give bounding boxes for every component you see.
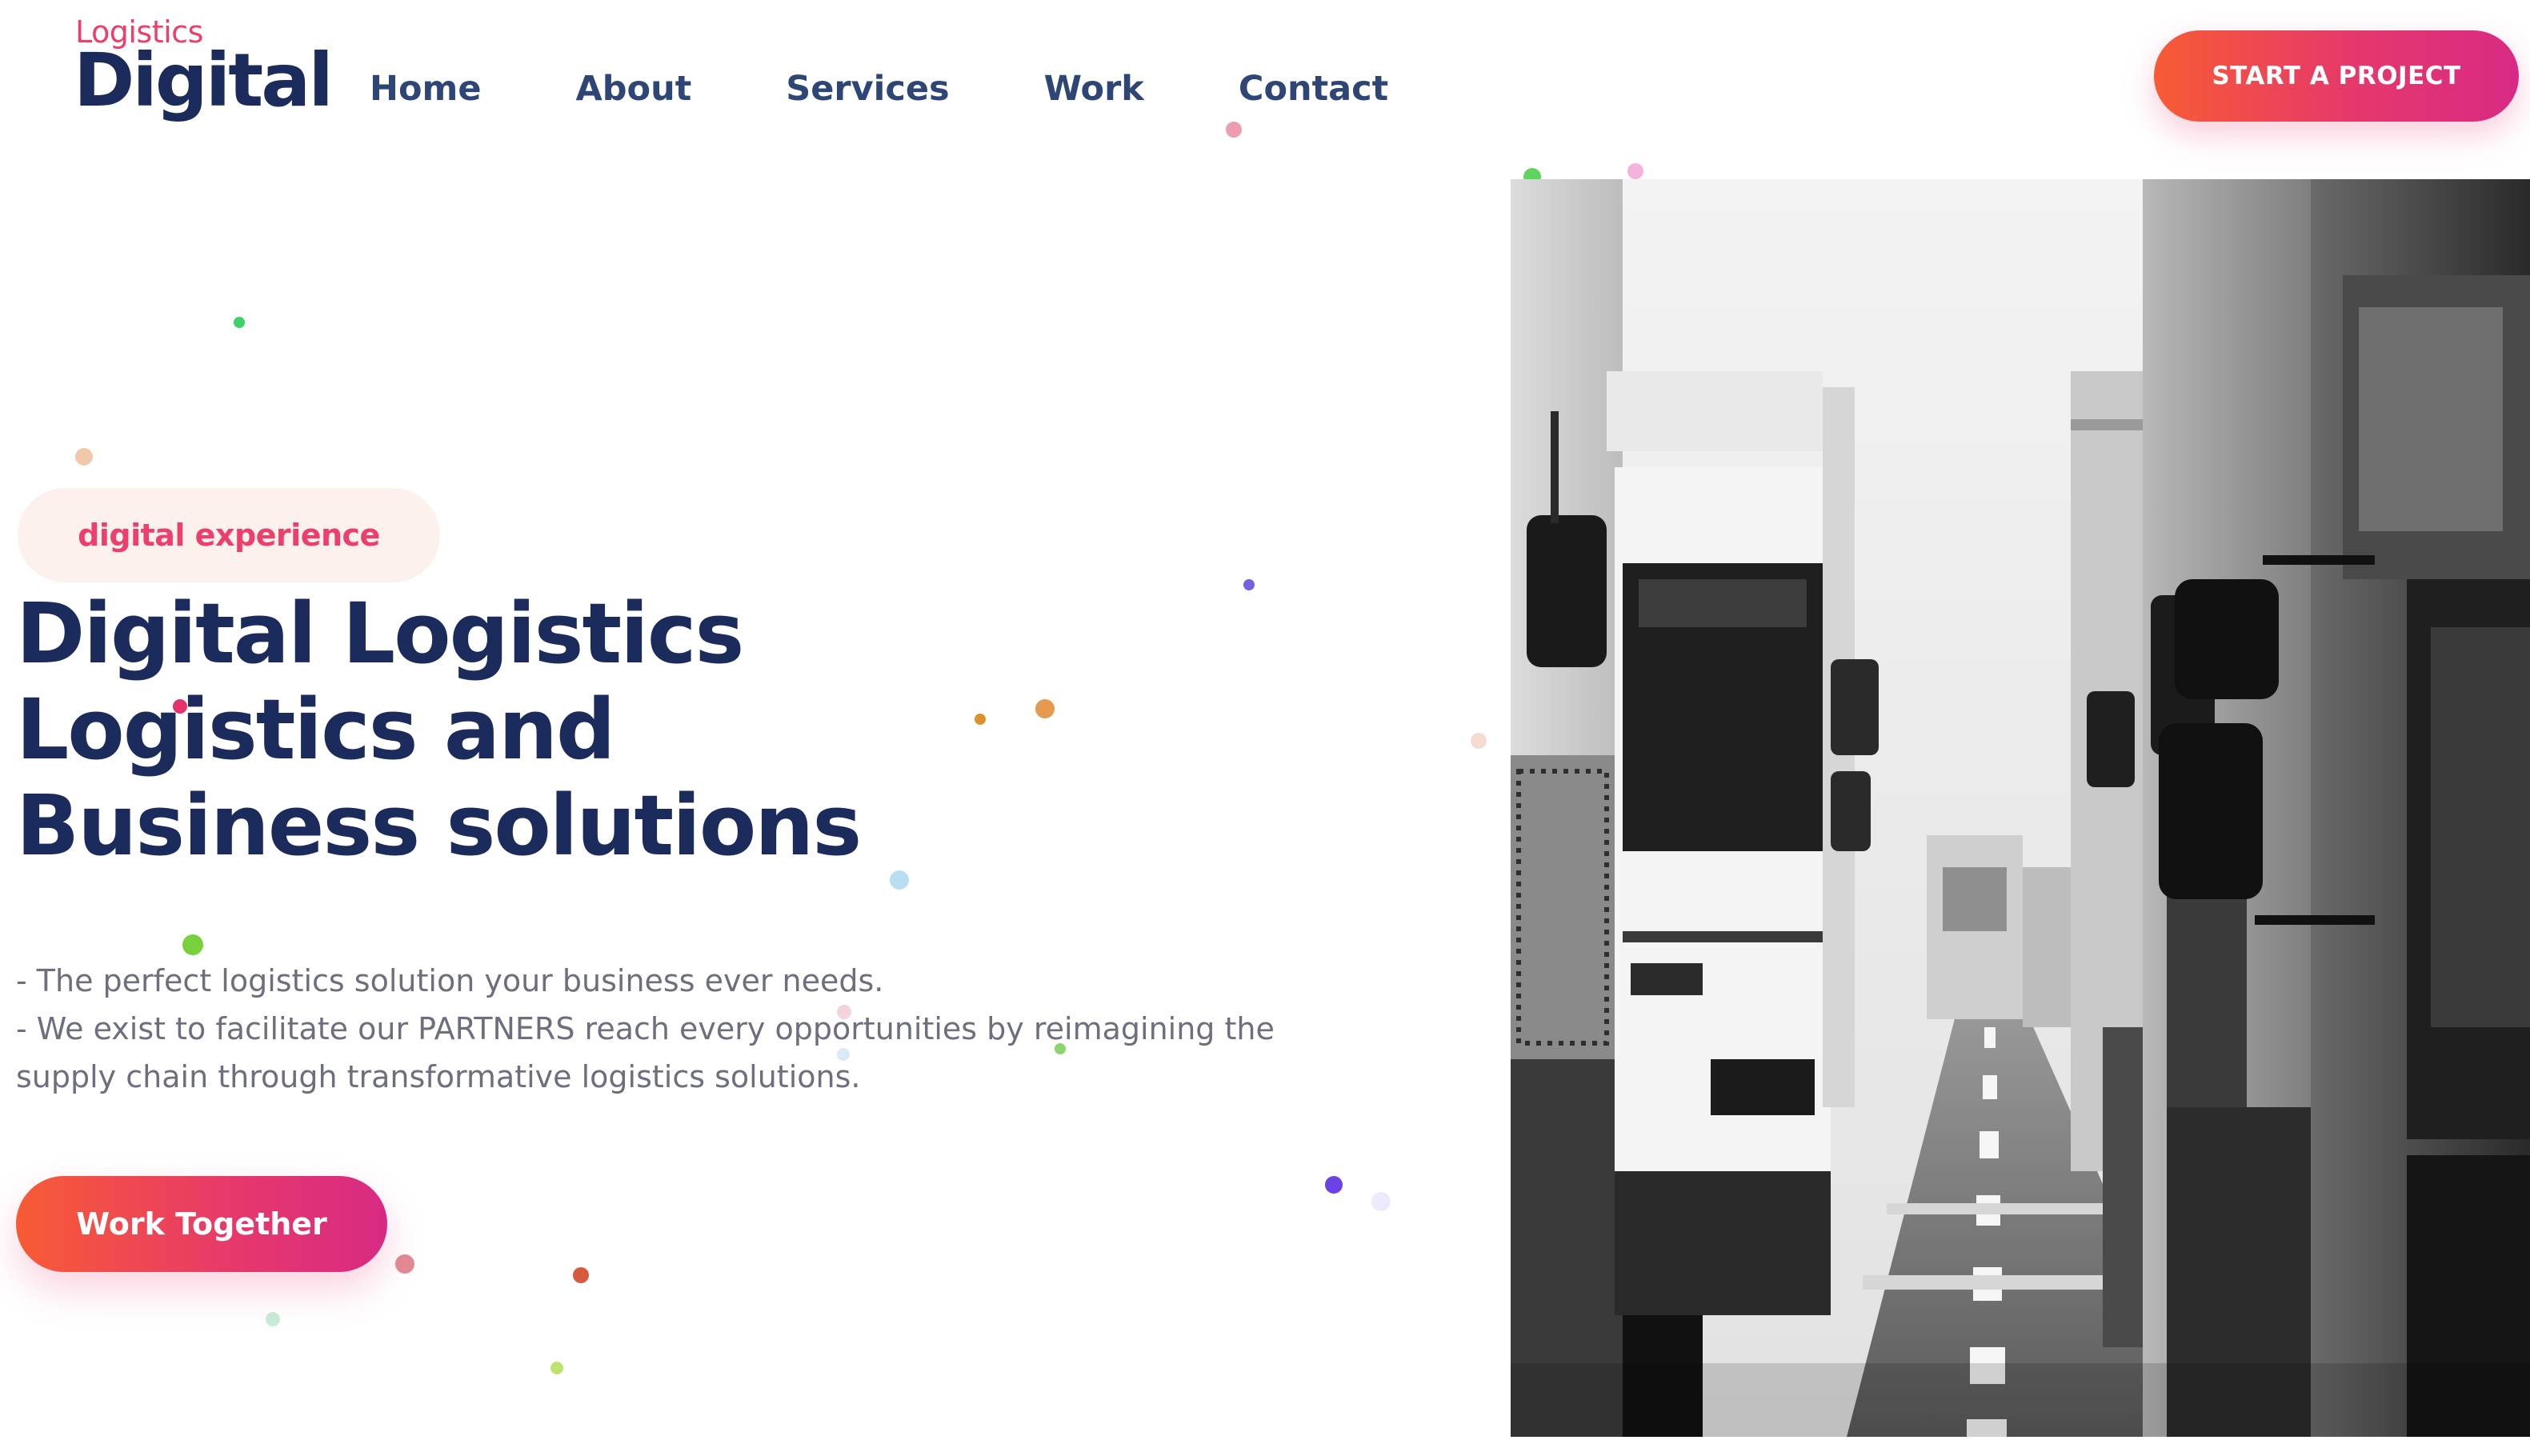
logo-title: Digital (74, 38, 334, 123)
decor-dot (1627, 163, 1643, 179)
nav-item-contact[interactable]: Contact (1239, 61, 1388, 117)
hero-headline: Digital Logistics Logistics and Business… (16, 586, 1056, 874)
decor-dot (1471, 733, 1487, 749)
logo[interactable]: Logistics Digital (74, 13, 334, 125)
nav-item-services[interactable]: Services (786, 61, 949, 117)
decor-dot (395, 1254, 414, 1274)
decor-dot (573, 1267, 589, 1283)
nav-item-about[interactable]: About (576, 61, 692, 117)
hero-image (1511, 179, 2530, 1437)
hero-description-line: - The perfect logistics solution your bu… (16, 963, 884, 998)
start-project-button[interactable]: START A PROJECT (2154, 30, 2519, 122)
hero-headline-line: Business solutions (16, 777, 862, 874)
decor-dot (234, 317, 245, 328)
hero-badge-text: digital experience (78, 518, 380, 553)
decor-dot (1371, 1192, 1391, 1211)
decor-dot (1243, 579, 1255, 590)
decor-dot (1325, 1176, 1343, 1194)
main-nav: Home About Services Work Contact (370, 61, 1388, 117)
decor-dot (182, 934, 203, 955)
decor-dot (75, 448, 93, 466)
hero-headline-line: Digital Logistics (16, 585, 744, 682)
decor-dot (1226, 122, 1242, 138)
decor-dot (266, 1312, 280, 1326)
work-together-button[interactable]: Work Together (16, 1176, 387, 1272)
nav-item-home[interactable]: Home (370, 61, 482, 117)
hero-description: - The perfect logistics solution your bu… (16, 957, 1296, 1101)
decor-dot (550, 1362, 563, 1374)
nav-item-work[interactable]: Work (1044, 61, 1144, 117)
hero-badge: digital experience (18, 488, 440, 582)
hero-headline-line: Logistics and (16, 681, 616, 778)
hero-description-line: - We exist to facilitate our PARTNERS re… (16, 1011, 1275, 1094)
